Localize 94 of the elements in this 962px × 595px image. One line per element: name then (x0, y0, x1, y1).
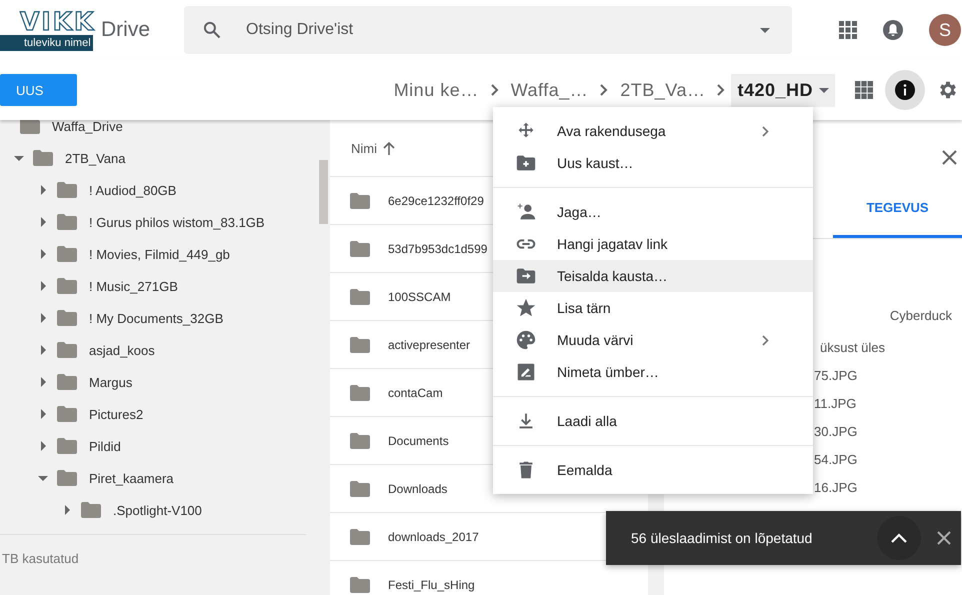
tree-item[interactable]: ! Music_271GB (89, 278, 178, 294)
file-name: 75.JPG (814, 369, 858, 383)
activity-text: Cyberduck (890, 308, 952, 323)
tree-item[interactable]: ! Movies, Filmid_449_gb (89, 246, 230, 262)
folder-icon (57, 374, 77, 390)
tree-item[interactable]: ! My Documents_32GB (89, 310, 224, 326)
menu-item[interactable]: Ava rakendusega (493, 115, 813, 147)
folder-icon (33, 150, 53, 166)
folder-icon (81, 502, 101, 518)
folder-icon (350, 432, 370, 448)
menu-item[interactable]: Nimeta ümber… (493, 356, 813, 388)
close-button[interactable] (937, 531, 951, 545)
activity-text: üksust üles (820, 340, 886, 355)
menu-item[interactable]: Eemalda (493, 454, 813, 486)
chevron-right-icon (600, 84, 608, 96)
tree-item[interactable]: ! Audiod_80GB (89, 182, 176, 198)
folder-icon (350, 528, 370, 544)
app-name: Drive (101, 18, 152, 42)
folder-icon (350, 480, 370, 496)
tree-item[interactable]: Pildid (89, 438, 121, 454)
tree-item[interactable]: asjad_koos (89, 342, 155, 358)
rename-icon (515, 361, 537, 383)
menu-item[interactable]: Hangi jagatav link (493, 228, 813, 260)
close-icon[interactable] (942, 150, 957, 165)
info-icon (895, 80, 915, 100)
dropdown-icon[interactable] (760, 28, 770, 32)
grid-view-icon[interactable] (855, 81, 873, 99)
sort-up-arrow-icon[interactable] (383, 142, 395, 154)
chevron-right-icon (717, 84, 726, 96)
file-name: 16.JPG (814, 481, 858, 495)
folder-icon (350, 240, 370, 256)
tree-item[interactable]: Pictures2 (89, 406, 144, 422)
chevron-up-icon (891, 533, 907, 543)
logo-tagline: tuleviku nimel (0, 35, 93, 51)
file-name[interactable]: contaCam (388, 386, 443, 400)
file-name: 54.JPG (814, 453, 858, 467)
search-field[interactable]: Otsing Drive'ist (244, 20, 760, 40)
scrollbar[interactable] (319, 160, 328, 224)
storage-usage: TB kasutatud (0, 534, 306, 566)
close-icon (937, 531, 951, 545)
menu-item[interactable]: Jaga… (493, 196, 813, 228)
breadcrumb[interactable]: Waffa_… (504, 74, 594, 106)
folder-icon (57, 406, 77, 422)
folder-icon (57, 214, 77, 230)
tree-item[interactable]: Waffa_Drive (52, 118, 123, 134)
menu-item[interactable]: Uus kaust… (493, 147, 813, 179)
folder-icon (350, 288, 370, 304)
menu-item[interactable]: Muuda värvi (493, 324, 813, 356)
folder-icon (57, 310, 77, 326)
column-header[interactable]: Nimi (351, 140, 377, 156)
tree-item[interactable]: ! Gurus philos wistom_83.1GB (89, 214, 265, 230)
info-button[interactable] (885, 70, 925, 110)
folder-icon (350, 336, 370, 352)
file-name[interactable]: 100SSCAM (388, 290, 451, 304)
file-name[interactable]: 53d7b953dc1d599 (388, 242, 488, 256)
folder-icon (57, 342, 77, 358)
tree-item[interactable]: Piret_kaamera (89, 470, 174, 486)
toast-message: 56 üleslaadimist on lõpetatud (631, 530, 814, 546)
file-name: 11.JPG (814, 397, 858, 411)
file-name[interactable]: Festi_Flu_sHing (388, 578, 475, 592)
apps-grid-icon[interactable] (839, 21, 857, 39)
search-icon (202, 20, 222, 40)
breadcrumb[interactable]: Minu ke… (388, 74, 485, 106)
tree-item[interactable]: Margus (89, 374, 132, 390)
breadcrumb[interactable]: t420_HD (731, 74, 835, 106)
menu-item[interactable]: Teisalda kausta… (493, 260, 813, 292)
folder-icon (57, 278, 77, 294)
folder-icon (350, 384, 370, 400)
panel-tab[interactable]: TEGEVUS (833, 180, 962, 238)
folder-icon (57, 246, 77, 262)
file-name[interactable]: activepresenter (388, 338, 470, 352)
star-icon (515, 297, 537, 319)
palette-icon (515, 329, 537, 351)
bell-icon[interactable] (883, 20, 903, 40)
folder-icon (57, 438, 77, 454)
expand-button[interactable] (877, 516, 921, 560)
search-bar[interactable]: Otsing Drive'ist (184, 6, 792, 54)
logo-name: VIKK (18, 9, 93, 35)
file-name[interactable]: 6e29ce1232ff0f29 (388, 194, 484, 208)
menu-item[interactable]: Laadi alla (493, 405, 813, 437)
folder-icon (57, 470, 77, 486)
file-name[interactable]: downloads_2017 (388, 530, 479, 544)
folder-icon (57, 182, 77, 198)
file-name[interactable]: Documents (388, 434, 449, 448)
file-name: 30.JPG (814, 425, 858, 439)
breadcrumb[interactable]: 2TB_Va… (614, 74, 712, 106)
file-name[interactable]: Downloads (388, 482, 448, 496)
chevron-right-icon (490, 84, 499, 96)
menu-item[interactable]: Lisa tärn (493, 292, 813, 324)
tree-item[interactable]: .Spotlight-V100 (113, 502, 202, 518)
account-avatar[interactable]: S (929, 14, 961, 46)
folder-icon (350, 192, 370, 208)
folder-icon (350, 576, 370, 592)
tree-item[interactable]: 2TB_Vana (65, 150, 126, 166)
